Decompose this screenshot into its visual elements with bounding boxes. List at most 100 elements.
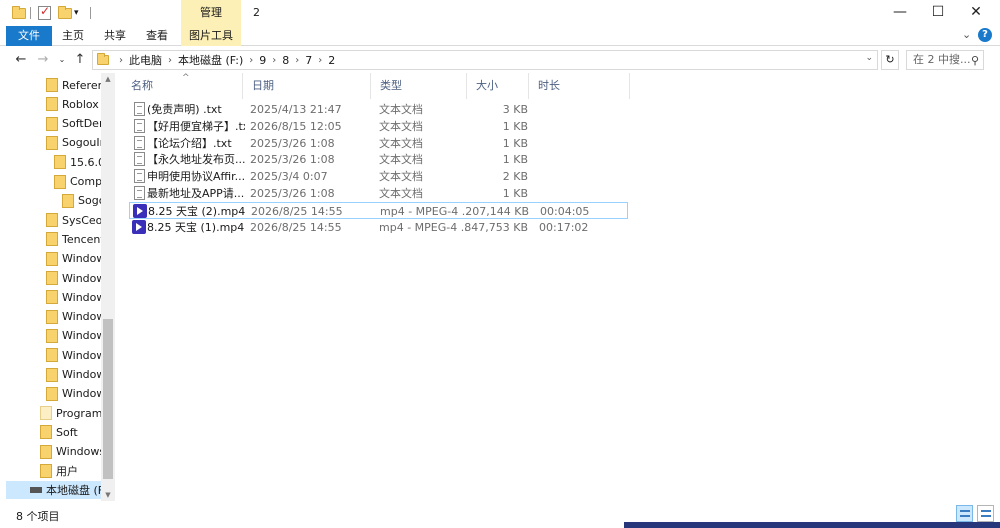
nav-item-folder[interactable]: Referenc: [46, 76, 101, 94]
tab-home[interactable]: 主页: [56, 26, 90, 46]
file-type: 文本文档: [379, 119, 423, 133]
drive-icon: [30, 487, 42, 494]
help-icon[interactable]: ?: [978, 28, 992, 42]
file-date: 2025/3/26 1:08: [250, 187, 335, 200]
nav-item-folder[interactable]: ProgramD: [40, 404, 101, 422]
nav-item-label: SysCeo: [62, 213, 101, 227]
nav-item-folder[interactable]: Soft: [40, 423, 101, 441]
nav-item-folder[interactable]: Tencent: [46, 230, 101, 248]
nav-item-folder[interactable]: Roblox: [46, 95, 101, 113]
breadcrumb-this-pc[interactable]: 此电脑: [129, 52, 162, 68]
folder-icon: [46, 251, 58, 266]
folder-icon: [46, 309, 58, 324]
column-header-type[interactable]: 类型: [371, 73, 467, 99]
file-row[interactable]: 8.25 天宝 (2).mp4 2026/8/25 14:55 mp4 - MPEG…: [129, 201, 628, 219]
new-folder-icon[interactable]: [58, 4, 72, 22]
nav-item-label: Soft: [56, 425, 78, 439]
back-arrow-icon[interactable]: ←: [13, 51, 29, 69]
address-dropdown-icon[interactable]: ⌄: [865, 53, 873, 63]
column-header-date[interactable]: 日期: [243, 73, 371, 99]
nav-item-drive[interactable]: 本地磁盘 (F:: [6, 481, 101, 500]
nav-item-folder[interactable]: Window: [46, 385, 101, 403]
file-size: 3 KB: [502, 103, 528, 116]
breadcrumb-folder-9[interactable]: 9: [259, 54, 266, 67]
column-header-duration[interactable]: 时长: [529, 73, 630, 99]
file-size: 847,753 KB: [464, 220, 528, 234]
file-row[interactable]: 申明使用协议Affir... 2025/3/4 0:07 文本文档 2 KB: [129, 168, 628, 185]
details-view-button[interactable]: [956, 505, 973, 522]
text-file-icon: [134, 135, 145, 150]
nav-item-folder[interactable]: Window: [46, 346, 101, 364]
file-row[interactable]: 最新地址及APP请... 2025/3/26 1:08 文本文档 1 KB: [129, 185, 628, 202]
folder-icon: [46, 290, 58, 305]
scroll-down-icon[interactable]: ▼: [101, 491, 115, 499]
ribbon-tab-bar: 文件 主页 共享 查看 图片工具 ⌄ ?: [0, 26, 1000, 46]
file-name: 8.25 天宝 (2).mp4: [148, 204, 246, 218]
nav-item-folder[interactable]: Windows: [40, 443, 101, 461]
tab-picture-tools[interactable]: 图片工具: [181, 26, 241, 46]
nav-item-folder[interactable]: Window: [46, 288, 101, 306]
forward-arrow-icon[interactable]: →: [35, 51, 51, 69]
properties-icon[interactable]: [38, 4, 51, 22]
address-bar[interactable]: › 此电脑 › 本地磁盘 (F:) › 9 › 8 › 7 › 2 ⌄: [92, 50, 878, 70]
tab-share[interactable]: 共享: [98, 26, 132, 46]
up-arrow-icon[interactable]: ↑: [72, 51, 88, 69]
nav-item-folder[interactable]: Window: [46, 327, 101, 345]
refresh-icon[interactable]: ↻: [881, 50, 899, 70]
nav-item-folder[interactable]: SogouI: [62, 192, 101, 210]
nav-item-folder[interactable]: 用户: [40, 462, 101, 480]
nav-item-folder[interactable]: SoftDeno: [46, 115, 101, 133]
recent-locations-chevron-icon[interactable]: ⌄: [54, 51, 70, 69]
quick-access-dropdown-icon[interactable]: ▾: [74, 4, 79, 22]
file-type: 文本文档: [379, 153, 423, 167]
nav-pane-scrollbar[interactable]: ▲ ▼: [101, 73, 115, 501]
chevron-right-icon[interactable]: ›: [272, 55, 276, 66]
column-header-name[interactable]: 名称 ^: [122, 73, 243, 99]
nav-item-folder[interactable]: Window: [46, 308, 101, 326]
file-row[interactable]: 【论坛介绍】.txt 2025/3/26 1:08 文本文档 1 KB: [129, 135, 628, 152]
folder-icon: [46, 271, 58, 285]
nav-item-folder[interactable]: Window: [46, 366, 101, 384]
column-header-size[interactable]: 大小: [467, 73, 529, 99]
minimize-button[interactable]: —: [880, 0, 920, 24]
breadcrumb-folder-2[interactable]: 2: [328, 54, 335, 67]
nav-item-folder[interactable]: SysCeo: [46, 211, 101, 229]
chevron-right-icon[interactable]: ›: [318, 55, 322, 66]
nav-item-folder[interactable]: Window: [46, 269, 101, 287]
file-row[interactable]: 【好用便宜梯子】.txt 2026/8/15 12:05 文本文档 1 KB: [129, 118, 628, 135]
folder-icon: [46, 386, 58, 401]
breadcrumb-folder-7[interactable]: 7: [305, 54, 312, 67]
large-icons-view-button[interactable]: [977, 505, 994, 522]
file-row[interactable]: (免责声明) .txt 2025/4/13 21:47 文本文档 3 KB: [129, 101, 628, 118]
breadcrumb-folder-8[interactable]: 8: [282, 54, 289, 67]
nav-item-label: 15.6.0.2: [70, 155, 101, 169]
file-duration: [539, 151, 619, 168]
tab-file[interactable]: 文件: [6, 26, 52, 46]
chevron-right-icon[interactable]: ›: [295, 55, 299, 66]
maximize-button[interactable]: ☐: [918, 0, 958, 24]
chevron-right-icon[interactable]: ›: [168, 55, 172, 66]
chevron-right-icon[interactable]: ›: [119, 55, 123, 66]
close-button[interactable]: ✕: [956, 0, 996, 24]
file-list-pane: 名称 ^ 日期 类型 大小 时长 (免责声明) .txt 2025/4/13 21…: [122, 73, 992, 501]
nav-item-label: SogouIn: [62, 136, 101, 150]
file-row[interactable]: 8.25 天宝 (1).mp4 2026/8/25 14:55 mp4 - MPEG…: [129, 219, 628, 236]
tab-manage[interactable]: 管理: [181, 0, 241, 26]
nav-item-folder[interactable]: Compo: [54, 173, 101, 191]
nav-item-folder[interactable]: SogouIn: [46, 134, 101, 152]
nav-item-folder[interactable]: Window: [46, 250, 101, 268]
nav-item-label: ProgramD: [56, 406, 101, 420]
expand-ribbon-icon[interactable]: ⌄: [962, 28, 971, 41]
nav-item-folder[interactable]: 15.6.0.2: [54, 153, 101, 171]
file-row[interactable]: 【永久地址发布页... 2025/3/26 1:08 文本文档 1 KB: [129, 151, 628, 168]
folder-icon: [97, 53, 109, 65]
scrollbar-thumb[interactable]: [103, 319, 113, 479]
quick-access-folder-icon[interactable]: [12, 4, 26, 22]
content-scrollbar[interactable]: [994, 73, 1000, 501]
folder-icon: [46, 367, 58, 382]
tab-view[interactable]: 查看: [140, 26, 174, 46]
scroll-up-icon[interactable]: ▲: [101, 75, 115, 83]
folder-icon: [40, 444, 52, 459]
chevron-right-icon[interactable]: ›: [249, 55, 253, 66]
search-input[interactable]: 在 2 中搜... ⚲: [906, 50, 984, 70]
